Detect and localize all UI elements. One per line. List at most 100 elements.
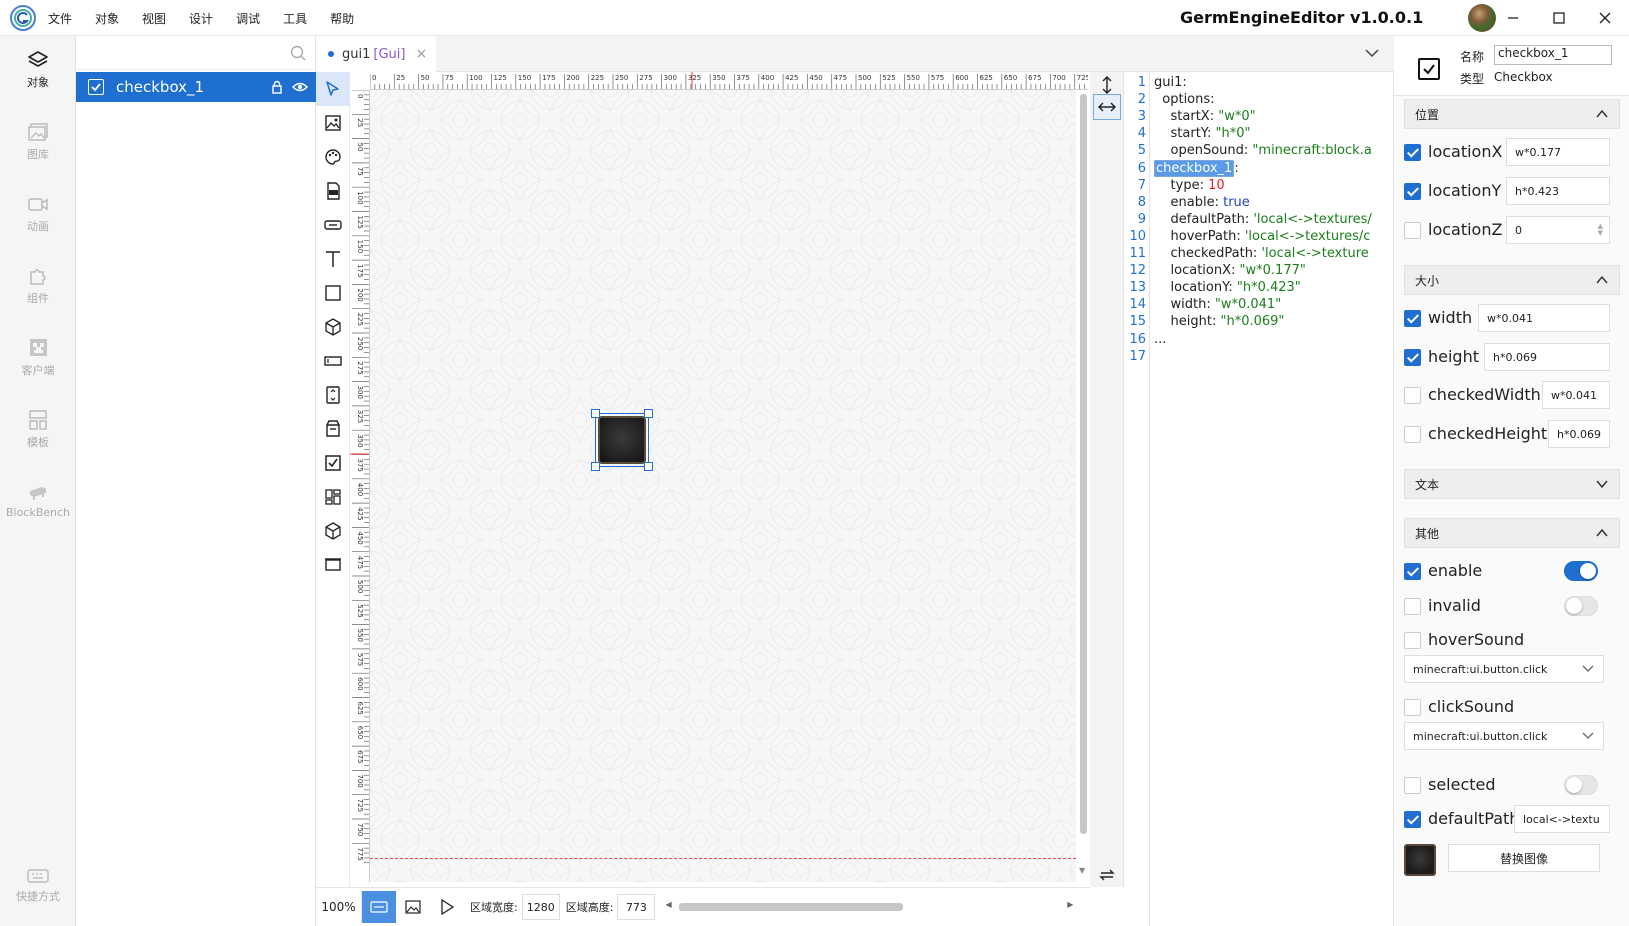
resize-handle-bl[interactable] [591,462,600,471]
locationX-input[interactable]: w*0.177 [1506,138,1610,166]
code-line[interactable]: 1 gui1: [1124,74,1393,92]
activity-blockbench[interactable]: BlockBench [0,468,76,540]
tool-image[interactable] [316,106,350,140]
checkedHeight-input[interactable]: h*0.069 [1548,420,1610,448]
tool-entity[interactable] [316,310,350,344]
checkedWidth-checkbox[interactable] [1404,387,1421,404]
minimize-button[interactable] [1490,0,1536,36]
activity-animation[interactable]: 动画 [0,180,76,252]
stepper-icon[interactable]: ▲ ▼ [1598,223,1603,237]
code-line[interactable]: 6 checkbox_1: [1124,159,1393,178]
eye-icon[interactable] [292,80,308,94]
section-size[interactable]: 大小 [1404,265,1620,295]
activity-gallery[interactable]: 图库 [0,108,76,180]
canvas-horizontal-scrollbar[interactable]: ◀ ▶ [665,900,1073,913]
checkedHeight-checkbox[interactable] [1404,426,1421,443]
width-checkbox[interactable] [1404,310,1421,327]
code-line[interactable]: 4 startY: "h*0" [1124,125,1393,143]
replace-image-button[interactable]: 替换图像 [1448,844,1600,872]
preview-play-button[interactable] [430,891,464,923]
activity-objects[interactable]: 对象 [0,36,76,108]
menu-view[interactable]: 视图 [142,10,166,27]
scroll-right-icon[interactable]: ▶ [1067,900,1073,909]
tool-slot[interactable] [316,412,350,446]
close-button[interactable] [1582,0,1628,36]
area-width-input[interactable]: 1280 [521,894,560,920]
selected-toggle[interactable] [1564,775,1598,795]
checkedWidth-input[interactable]: w*0.041 [1542,381,1610,409]
tab-close-icon[interactable]: × [415,46,427,62]
design-canvas[interactable] [370,90,1076,882]
code-line[interactable]: 17 [1124,348,1393,366]
locationY-input[interactable]: h*0.423 [1506,177,1610,205]
maximize-button[interactable] [1536,0,1582,36]
tool-rectangle[interactable] [316,276,350,310]
menu-help[interactable]: 帮助 [330,10,354,27]
resize-handle-br[interactable] [644,462,653,471]
layer-item-checkbox-1[interactable]: checkbox_1 [76,72,316,102]
invalid-toggle[interactable] [1564,596,1598,616]
locationZ-input[interactable]: 0 ▲ ▼ [1506,216,1610,244]
search-icon[interactable] [290,45,306,61]
activity-components[interactable]: 组件 [0,252,76,324]
hoverSound-select[interactable]: minecraft:ui.button.click [1404,655,1604,683]
width-input[interactable]: w*0.041 [1478,304,1610,332]
code-line[interactable]: 2 options: [1124,91,1393,109]
code-line[interactable]: 3 startX: "w*0" [1124,108,1393,126]
code-line[interactable]: 9 defaultPath: 'local<->textures/ [1124,211,1393,229]
tool-3d-model[interactable] [316,514,350,548]
selected-checkbox[interactable] [1404,777,1421,794]
activity-shortcuts[interactable]: 快捷方式 [0,868,76,904]
tool-canvas[interactable] [316,548,350,582]
height-input[interactable]: h*0.069 [1484,343,1610,371]
menu-file[interactable]: 文件 [48,10,72,27]
tool-scroll[interactable] [316,378,350,412]
locationX-checkbox[interactable] [1404,144,1421,161]
invalid-checkbox[interactable] [1404,598,1421,615]
locationY-checkbox[interactable] [1404,183,1421,200]
zoom-level[interactable]: 100% [316,891,362,923]
activity-client[interactable]: 客户端 [0,324,76,396]
hoverSound-checkbox[interactable] [1404,632,1421,649]
menu-object[interactable]: 对象 [95,10,119,27]
code-line[interactable]: 13 locationY: "h*0.423" [1124,279,1393,297]
yaml-code-editor[interactable]: 1 gui1: 2 options: 3 startX: "w*0" 4 startY:… [1124,72,1394,926]
clickSound-checkbox[interactable] [1404,699,1421,716]
defaultPath-checkbox[interactable] [1404,811,1421,828]
code-line[interactable]: 7 type: 10 [1124,177,1393,195]
height-checkbox[interactable] [1404,349,1421,366]
tool-textfield[interactable] [316,344,350,378]
tool-color[interactable] [316,140,350,174]
scroll-down-icon[interactable]: ▼ [1079,866,1085,875]
defaultPath-input[interactable]: local<->textu [1514,805,1610,833]
code-line[interactable]: 16... [1124,331,1393,349]
tool-text[interactable] [316,242,350,276]
tool-gif[interactable] [316,174,350,208]
code-line[interactable]: 8 enable: true [1124,194,1393,212]
resize-handle-tl[interactable] [591,409,600,418]
enable-toggle[interactable] [1564,561,1598,581]
section-position[interactable]: 位置 [1404,99,1620,129]
locationZ-checkbox[interactable] [1404,222,1421,239]
section-text[interactable]: 文本 [1404,469,1620,499]
name-input[interactable]: checkbox_1 [1494,45,1612,65]
scrollbar-thumb[interactable] [679,903,904,911]
canvas-vertical-scrollbar[interactable]: ▼ [1076,90,1090,882]
clickSound-select[interactable]: minecraft:ui.button.click [1404,722,1604,750]
tool-layout[interactable] [316,480,350,514]
code-line[interactable]: 14 width: "w*0.041" [1124,296,1393,314]
area-height-input[interactable]: 773 [617,894,656,920]
menu-tools[interactable]: 工具 [283,10,307,27]
menu-debug[interactable]: 调试 [236,10,260,27]
lock-icon[interactable] [270,80,284,94]
enable-checkbox[interactable] [1404,563,1421,580]
search-input[interactable] [82,40,282,66]
section-other[interactable]: 其他 [1404,518,1620,548]
code-line[interactable]: 5 openSound: "minecraft:block.a [1124,142,1393,160]
tool-select[interactable] [316,72,350,106]
swap-panel-button[interactable] [1093,862,1121,888]
background-image-button[interactable] [396,891,430,923]
tab-gui1[interactable]: gui1 [Gui] × [316,36,436,72]
code-line[interactable]: 15 height: "h*0.069" [1124,313,1393,331]
scrollbar-thumb[interactable] [1080,94,1087,834]
